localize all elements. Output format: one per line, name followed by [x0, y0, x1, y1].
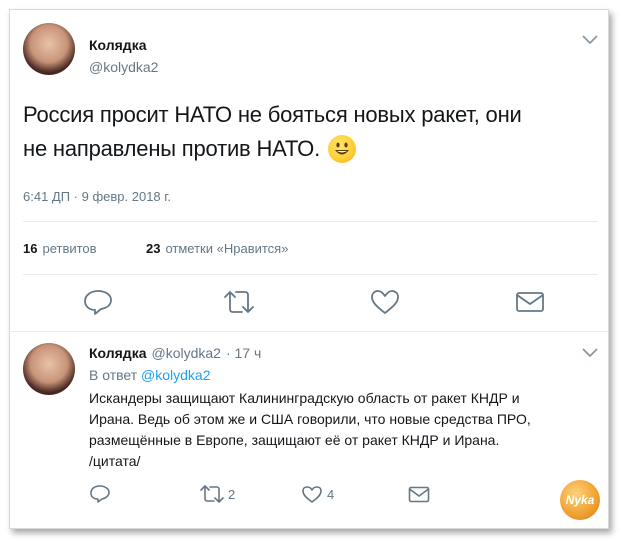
retweet-icon[interactable] [222, 290, 256, 314]
reply-author-handle[interactable]: @kolydka2 [152, 345, 221, 361]
retweet-icon[interactable] [199, 485, 225, 503]
in-reply-to: В ответ @kolydka2 [89, 367, 211, 383]
tweet-timestamp[interactable]: 6:41 ДП · 9 февр. 2018 г. [23, 189, 171, 204]
retweets-stat[interactable]: 16 ретвитов [23, 241, 97, 256]
likes-count: 23 [146, 241, 161, 256]
likes-label: отметки «Нравится» [165, 241, 289, 256]
author-handle[interactable]: @kolydka2 [89, 59, 158, 75]
tweet-text-line: Россия просит НАТО не бояться новых раке… [23, 102, 522, 127]
reply-time[interactable]: · 17 ч [226, 345, 261, 361]
reply-retweets-count: 2 [228, 486, 236, 502]
reply-likes-count: 4 [327, 487, 335, 502]
envelope-icon[interactable] [408, 486, 430, 503]
reply-author-name[interactable]: Колядка [89, 345, 147, 361]
watermark-logo: Nyka [560, 480, 600, 520]
heart-icon[interactable] [301, 485, 323, 504]
in-reply-handle[interactable]: @kolydka2 [141, 367, 210, 383]
reply-text-line: /цитата/ [89, 453, 141, 469]
retweets-count: 16 [23, 241, 38, 256]
divider [10, 331, 608, 332]
reply-text-line: Ирана. Ведь об этом же и США говорили, ч… [89, 411, 531, 427]
reply-icon[interactable] [83, 288, 113, 316]
tweet-text: Россия просит НАТО не бояться новых раке… [23, 98, 598, 166]
reply-icon[interactable] [89, 484, 111, 504]
divider [23, 274, 598, 275]
in-reply-prefix: В ответ [89, 367, 138, 383]
reply-like-action[interactable]: 4 [301, 485, 334, 504]
reply-retweet-action[interactable]: 2 [199, 485, 235, 503]
divider [23, 221, 598, 222]
reply-text-line: Искандеры защищают Калининградскую облас… [89, 390, 520, 406]
envelope-icon[interactable] [515, 291, 545, 313]
tweet-text-line: не направлены против НАТО. [23, 136, 320, 161]
watermark-text: Nyka [565, 493, 595, 507]
chevron-down-icon[interactable] [582, 35, 598, 45]
retweets-label: ретвитов [42, 241, 97, 256]
reply-text: Искандеры защищают Калининградскую облас… [89, 388, 599, 472]
tweet-card: Колядка @kolydka2 Россия просит НАТО не … [9, 9, 609, 529]
heart-icon[interactable] [370, 289, 400, 315]
likes-stat[interactable]: 23 отметки «Нравится» [146, 241, 288, 256]
reply-header: Колядка @kolydka2 · 17 ч [89, 345, 261, 361]
chevron-down-icon[interactable] [582, 348, 598, 358]
reply-author-avatar[interactable] [23, 343, 75, 395]
grinning-face-icon [327, 135, 356, 163]
author-name[interactable]: Колядка [89, 37, 147, 53]
reply-text-line: размещённые в Европе, защищают её от рак… [89, 432, 500, 448]
author-avatar[interactable] [23, 23, 75, 75]
